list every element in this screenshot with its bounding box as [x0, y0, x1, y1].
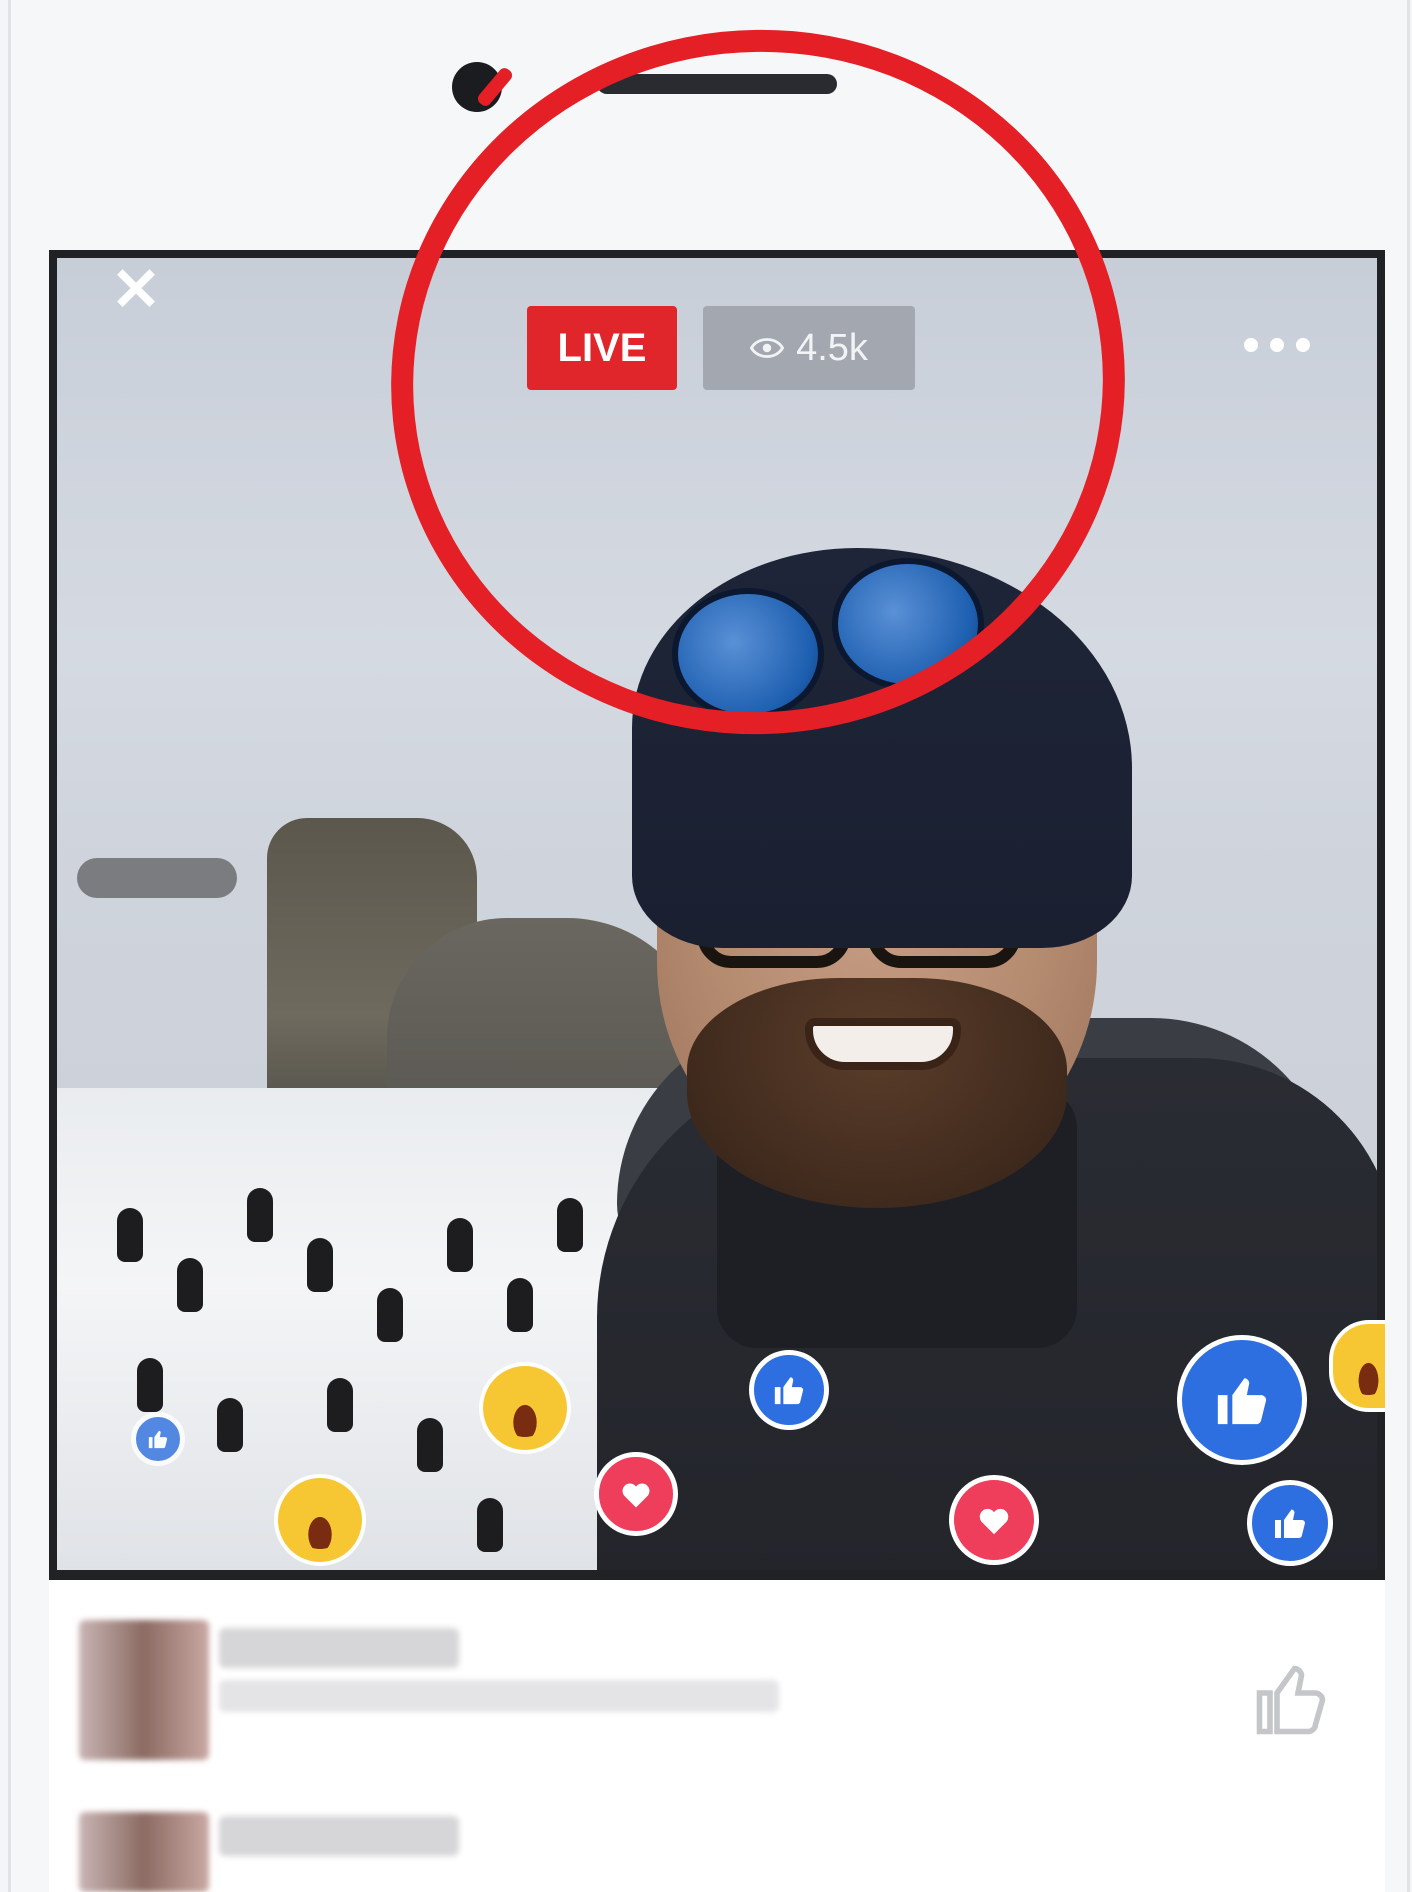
- avatar: [79, 1620, 209, 1760]
- comment-author-name: [219, 1628, 459, 1668]
- close-icon: ✕: [110, 256, 162, 323]
- haha-icon: [479, 1362, 571, 1454]
- haha-mouth: [1343, 1336, 1385, 1396]
- penguin: [417, 1418, 443, 1472]
- penguin: [507, 1278, 533, 1332]
- penguin: [137, 1358, 163, 1412]
- penguin: [307, 1238, 333, 1292]
- haha-mouth: [495, 1378, 555, 1438]
- penguin: [477, 1498, 503, 1552]
- more-options-icon: [1270, 338, 1284, 352]
- penguin: [217, 1398, 243, 1452]
- distant-rock: [77, 858, 237, 898]
- comment-text: [219, 1680, 779, 1712]
- smile: [805, 1018, 961, 1070]
- like-icon: [1247, 1480, 1333, 1566]
- comments-panel: [49, 1580, 1385, 1892]
- penguin: [177, 1258, 203, 1312]
- beard: [687, 978, 1067, 1208]
- like-icon: [1177, 1335, 1307, 1465]
- like-icon: [131, 1412, 185, 1466]
- more-options-button[interactable]: [1237, 330, 1317, 360]
- like-icon: [749, 1350, 829, 1430]
- penguin: [327, 1378, 353, 1432]
- penguin: [557, 1198, 583, 1252]
- love-icon: [594, 1452, 678, 1536]
- avatar: [79, 1812, 209, 1892]
- more-options-icon: [1244, 338, 1258, 352]
- close-button[interactable]: ✕: [106, 260, 166, 320]
- penguin: [117, 1208, 143, 1262]
- penguin: [447, 1218, 473, 1272]
- love-icon: [949, 1475, 1039, 1565]
- comment-author-name: [219, 1816, 459, 1856]
- penguin: [377, 1288, 403, 1342]
- like-comment-icon[interactable]: [1249, 1658, 1333, 1742]
- haha-icon: [274, 1474, 366, 1566]
- penguin: [247, 1188, 273, 1242]
- haha-mouth: [290, 1490, 350, 1550]
- phone-frame: ✕ LIVE 4.5k: [8, 0, 1410, 1892]
- more-options-icon: [1296, 338, 1310, 352]
